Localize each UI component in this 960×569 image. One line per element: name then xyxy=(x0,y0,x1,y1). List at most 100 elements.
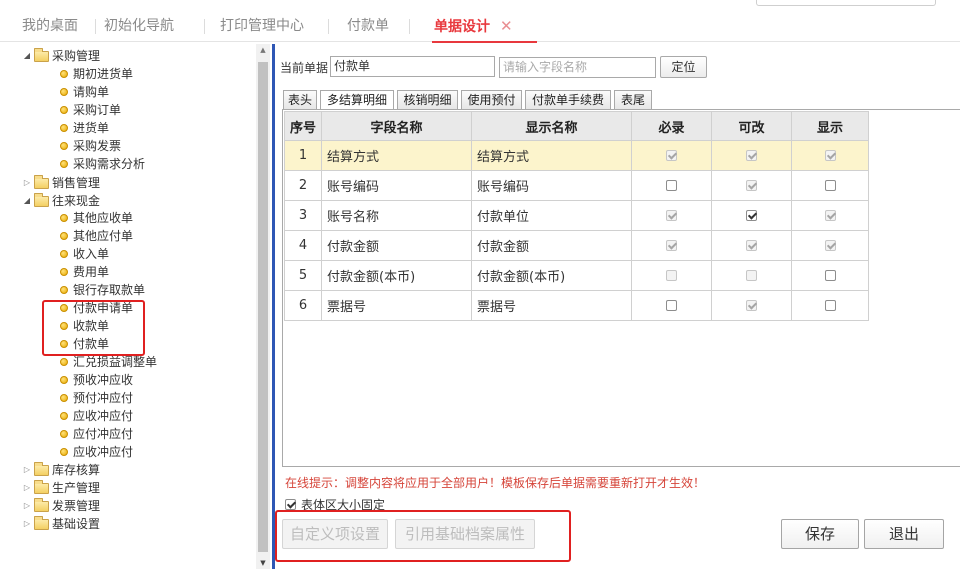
table-cell: 4 xyxy=(283,230,323,261)
visible-checkbox[interactable] xyxy=(824,270,836,281)
tab-print-center[interactable]: 打印管理中心 xyxy=(220,10,304,42)
subtab-fee[interactable]: 付款单手续费 xyxy=(525,90,611,110)
tree-folder-label: 往来现金 xyxy=(52,194,101,208)
tree-item[interactable]: 采购发票 xyxy=(60,137,121,155)
col-header-editable: 可改 xyxy=(711,111,793,141)
tree-folder-invoice[interactable]: ▷ 发票管理 xyxy=(22,497,100,515)
tree-item-label: 应收冲应付 xyxy=(73,445,134,459)
table-cell: 付款金额(本币) xyxy=(471,260,633,291)
table-row[interactable]: 5 付款金额(本币) 付款金额(本币) xyxy=(283,260,870,291)
scroll-down-arrow-icon[interactable]: ▼ xyxy=(256,557,270,569)
tree-item[interactable]: 预收冲应收 xyxy=(60,371,133,389)
table-cell xyxy=(711,260,793,291)
tree-folder-sales[interactable]: ▷ 销售管理 xyxy=(22,174,100,192)
table-cell xyxy=(631,260,713,291)
collapsed-arrow-icon[interactable]: ▷ xyxy=(22,515,32,533)
fixed-size-checkbox[interactable] xyxy=(285,499,296,510)
required-checkbox[interactable] xyxy=(666,180,678,191)
tree-folder-cash[interactable]: ◢ 往来现金 xyxy=(22,192,100,210)
expanded-arrow-icon[interactable]: ◢ xyxy=(22,47,32,65)
tab-payment[interactable]: 付款单 xyxy=(347,10,389,42)
table-cell: 账号名称 xyxy=(321,200,473,231)
subtab-footer[interactable]: 表尾 xyxy=(614,90,652,110)
tree-item[interactable]: 预付冲应付 xyxy=(60,389,133,407)
expanded-arrow-icon[interactable]: ◢ xyxy=(22,192,32,210)
tab-my-desktop[interactable]: 我的桌面 xyxy=(22,10,78,42)
table-row[interactable]: 1 结算方式 结算方式 xyxy=(283,140,870,171)
custom-item-settings-button[interactable]: 自定义项设置 xyxy=(282,519,388,549)
bullet-icon xyxy=(60,304,68,312)
current-doc-input[interactable]: 付款单 xyxy=(330,56,495,77)
fixed-size-option[interactable]: 表体区大小固定 xyxy=(285,496,385,513)
tree-item[interactable]: 进货单 xyxy=(60,119,109,137)
tab-doc-design[interactable]: 单据设计 ✕ xyxy=(432,10,537,43)
tree-item-label: 汇兑损益调整单 xyxy=(73,355,158,369)
tree-folder-basic[interactable]: ▷ 基础设置 xyxy=(22,515,100,533)
tree-item-label: 期初进货单 xyxy=(73,67,134,81)
tree-item[interactable]: 收入单 xyxy=(60,245,109,263)
table-row[interactable]: 2 账号编码 账号编码 xyxy=(283,170,870,201)
scroll-up-arrow-icon[interactable]: ▲ xyxy=(256,44,270,56)
table-cell: 5 xyxy=(283,260,323,291)
tree-folder-production[interactable]: ▷ 生产管理 xyxy=(22,479,100,497)
tree-item[interactable]: 费用单 xyxy=(60,263,109,281)
table-row[interactable]: 3 账号名称 付款单位 xyxy=(283,200,870,231)
tree-item[interactable]: 采购需求分析 xyxy=(60,155,145,173)
collapsed-arrow-icon[interactable]: ▷ xyxy=(22,497,32,515)
tree-scrollbar[interactable]: ▲ ▼ xyxy=(256,44,270,569)
subtab-prepay[interactable]: 使用预付 xyxy=(461,90,522,110)
table-cell: 账号编码 xyxy=(321,170,473,201)
collapsed-arrow-icon[interactable]: ▷ xyxy=(22,479,32,497)
tree-item[interactable]: 其他应收单 xyxy=(60,209,133,227)
field-search-input[interactable]: 请输入字段名称 xyxy=(499,57,656,78)
tree-item-label: 采购需求分析 xyxy=(73,157,146,171)
folder-icon xyxy=(34,479,49,494)
table-cell xyxy=(791,230,870,261)
tree-item[interactable]: 汇兑损益调整单 xyxy=(60,353,157,371)
tree-item[interactable]: 采购订单 xyxy=(60,101,121,119)
table-row[interactable]: 6 票据号 票据号 xyxy=(283,290,870,321)
visible-checkbox[interactable] xyxy=(824,300,836,311)
tree-folder-procurement[interactable]: ◢ 采购管理 xyxy=(22,47,100,65)
subtab-multi-settlement[interactable]: 多结算明细 xyxy=(320,90,394,110)
tree-item[interactable]: 应付冲应付 xyxy=(60,425,133,443)
required-checkbox xyxy=(666,270,678,281)
exit-button[interactable]: 退出 xyxy=(864,519,944,549)
editable-checkbox[interactable] xyxy=(746,210,758,221)
tree-item[interactable]: 应收冲应付 xyxy=(60,407,133,425)
tree-item[interactable]: 银行存取款单 xyxy=(60,281,145,299)
tree-folder-inventory[interactable]: ▷ 库存核算 xyxy=(22,461,100,479)
bullet-icon xyxy=(60,214,68,222)
bullet-icon xyxy=(60,376,68,384)
tree-item[interactable]: 期初进货单 xyxy=(60,65,133,83)
save-button[interactable]: 保存 xyxy=(781,519,859,549)
tree-item[interactable]: 请购单 xyxy=(60,83,109,101)
scrollbar-thumb[interactable] xyxy=(258,62,268,552)
tree-item-label: 费用单 xyxy=(73,265,110,279)
collapsed-arrow-icon[interactable]: ▷ xyxy=(22,174,32,192)
collapsed-arrow-icon[interactable]: ▷ xyxy=(22,461,32,479)
tab-init-nav[interactable]: 初始化导航 xyxy=(104,10,174,42)
table-cell: 3 xyxy=(283,200,323,231)
required-checkbox[interactable] xyxy=(666,300,678,311)
tree-item-payment[interactable]: 付款单 xyxy=(60,335,109,353)
top-search-box[interactable] xyxy=(756,0,936,6)
tree-folder-label: 库存核算 xyxy=(52,463,101,477)
folder-icon xyxy=(34,192,49,207)
reference-archive-button[interactable]: 引用基础档案属性 xyxy=(395,519,535,549)
table-cell xyxy=(631,200,713,231)
tree-item-payment-request[interactable]: 付款申请单 xyxy=(60,299,133,317)
locate-button[interactable]: 定位 xyxy=(660,56,707,78)
tree-item[interactable]: 应收冲应付 xyxy=(60,443,133,461)
visible-checkbox[interactable] xyxy=(824,180,836,191)
tree-item[interactable]: 其他应付单 xyxy=(60,227,133,245)
close-icon[interactable]: ✕ xyxy=(500,17,513,35)
bullet-icon xyxy=(60,160,68,168)
table-row[interactable]: 4 付款金额 付款金额 xyxy=(283,230,870,261)
tab-separator xyxy=(328,19,329,34)
table-cell xyxy=(791,200,870,231)
required-checkbox xyxy=(666,150,678,161)
subtab-write-off[interactable]: 核销明细 xyxy=(397,90,458,110)
subtab-header[interactable]: 表头 xyxy=(283,90,317,110)
tree-item-receipt[interactable]: 收款单 xyxy=(60,317,109,335)
